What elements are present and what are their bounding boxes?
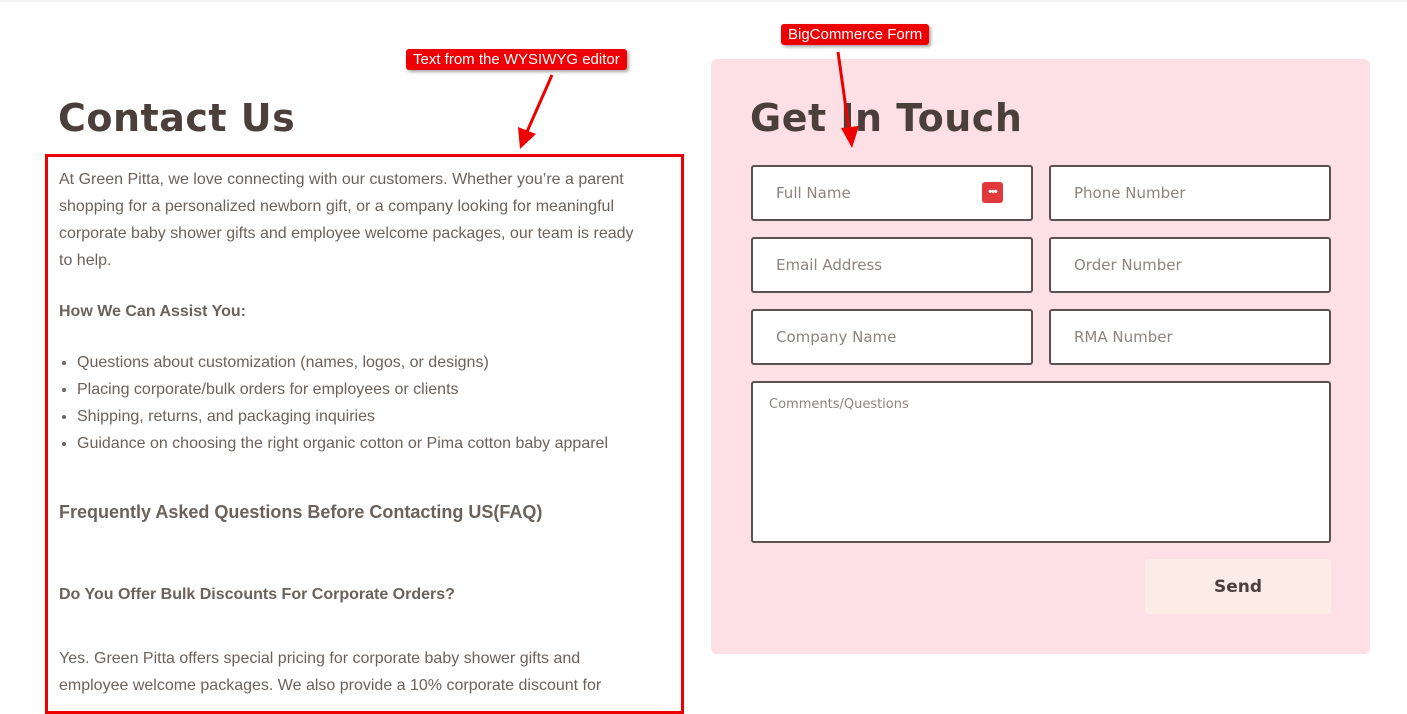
editor-arrow-line: [524, 74, 554, 135]
faq-answer: Yes. Green Pitta offers special pricing …: [59, 650, 602, 694]
phone-number-input[interactable]: [1049, 165, 1331, 221]
form-annotation-label: BigCommerce Form: [781, 24, 930, 45]
assist-heading: How We Can Assist You:: [59, 303, 246, 320]
editor-arrow-head: [518, 127, 536, 149]
list-item: Guidance on choosing the right organic c…: [77, 430, 649, 457]
list-item: Shipping, returns, and packaging inquiri…: [77, 403, 649, 430]
company-name-input[interactable]: [751, 309, 1033, 365]
send-button[interactable]: Send: [1145, 559, 1331, 614]
password-manager-icon[interactable]: •••: [982, 182, 1003, 203]
order-number-input[interactable]: [1049, 237, 1331, 293]
list-item: Placing corporate/bulk orders for employ…: [77, 376, 649, 403]
editor-content: At Green Pitta, we love connecting with …: [59, 166, 649, 699]
form-title: Get In Touch: [750, 96, 1023, 140]
email-address-input[interactable]: [751, 237, 1033, 293]
rma-number-input[interactable]: [1049, 309, 1331, 365]
intro-paragraph: At Green Pitta, we love connecting with …: [59, 171, 634, 269]
comments-textarea[interactable]: [751, 381, 1331, 543]
editor-annotation-label: Text from the WYSIWYG editor: [406, 49, 627, 70]
faq-heading: Frequently Asked Questions Before Contac…: [59, 502, 543, 522]
page-title: Contact Us: [58, 96, 296, 140]
assist-list: Questions about customization (names, lo…: [59, 349, 649, 457]
list-item: Questions about customization (names, lo…: [77, 349, 649, 376]
faq-question: Do You Offer Bulk Discounts For Corporat…: [59, 586, 455, 603]
top-divider: [0, 0, 1407, 2]
